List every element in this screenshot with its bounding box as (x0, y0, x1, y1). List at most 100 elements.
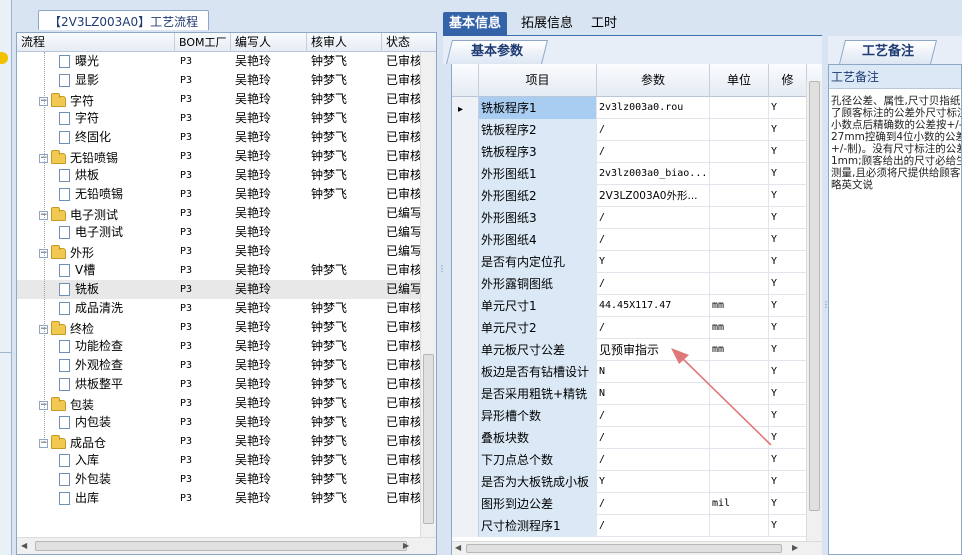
tree-node[interactable]: 烘板 (59, 166, 175, 185)
tree-row[interactable]: 电子测试 P3 吴艳玲 已编写 (17, 223, 421, 242)
tree-node[interactable]: 曝光 (59, 52, 175, 71)
reviewer-cell: 钟梦飞 (311, 491, 348, 505)
tree-node[interactable]: 烘板整平 (59, 375, 175, 394)
writer-cell: 吴艳玲 (235, 187, 272, 201)
tree-node[interactable]: − 无铅喷锡 (39, 147, 175, 166)
tree-row[interactable]: 烘板整平 P3 吴艳玲 钟梦飞 已审核 (17, 375, 421, 394)
document-icon (59, 340, 70, 353)
scroll-thumb[interactable] (35, 541, 407, 551)
scroll-right-icon[interactable]: ▶ (403, 541, 409, 550)
tree-node[interactable]: 显影 (59, 71, 175, 90)
bom-factory-cell: P3 (180, 265, 193, 276)
bom-factory-cell: P3 (180, 398, 193, 409)
bom-factory-cell: P3 (180, 322, 193, 333)
notes-tabbar: 工艺备注 (828, 36, 962, 64)
status-cell: 已编写 (386, 282, 421, 296)
tree-node-label: 电子测试 (70, 208, 119, 222)
writer-cell: 吴艳玲 (235, 206, 272, 220)
reviewer-cell: 钟梦飞 (311, 92, 348, 106)
tree-row[interactable]: 外观检查 P3 吴艳玲 钟梦飞 已审核 (17, 356, 421, 375)
tree-node[interactable]: 字符 (59, 109, 175, 128)
tree-node-label: 功能检查 (75, 339, 124, 353)
notes-header: 工艺备注 (829, 65, 961, 89)
tree-row[interactable]: 入库 P3 吴艳玲 钟梦飞 已审核 (17, 451, 421, 470)
tree-node[interactable]: 电子测试 (59, 223, 175, 242)
tree-row[interactable]: − 电子测试 P3 吴艳玲 已编写 (17, 204, 421, 223)
scroll-left-icon[interactable]: ◀ (21, 541, 27, 550)
tree-row[interactable]: 外包装 P3 吴艳玲 钟梦飞 已审核 (17, 470, 421, 489)
tree-node[interactable]: 终固化 (59, 128, 175, 147)
tab-process-notes[interactable]: 工艺备注 (839, 40, 937, 64)
writer-cell: 吴艳玲 (235, 282, 272, 296)
tree-row[interactable]: 烘板 P3 吴艳玲 钟梦飞 已审核 (17, 166, 421, 185)
tree-row[interactable]: 终固化 P3 吴艳玲 钟梦飞 已审核 (17, 128, 421, 147)
writer-cell: 吴艳玲 (235, 168, 272, 182)
annotation-arrow (671, 348, 772, 446)
tree-row[interactable]: 功能检查 P3 吴艳玲 钟梦飞 已审核 (17, 337, 421, 356)
bom-factory-cell: P3 (180, 56, 193, 67)
tree-row[interactable]: − 终检 P3 吴艳玲 钟梦飞 已审核 (17, 318, 421, 337)
writer-cell: 吴艳玲 (235, 377, 272, 391)
tree-node[interactable]: 入库 (59, 451, 175, 470)
writer-cell: 吴艳玲 (235, 54, 272, 68)
tree-node[interactable]: − 外形 (39, 242, 175, 261)
tree-row[interactable]: − 无铅喷锡 P3 吴艳玲 钟梦飞 已审核 (17, 147, 421, 166)
bom-factory-cell: P3 (180, 417, 193, 428)
tree-node[interactable]: 出库 (59, 489, 175, 508)
tree-node[interactable]: − 包装 (39, 394, 175, 413)
bom-factory-cell: P3 (180, 75, 193, 86)
column-header-status[interactable]: 状态 (382, 33, 436, 52)
scroll-thumb[interactable] (423, 354, 434, 524)
tree-node[interactable]: 功能检查 (59, 337, 175, 356)
column-header-writer[interactable]: 编写人 (231, 33, 307, 52)
tree-row[interactable]: 成品清洗 P3 吴艳玲 钟梦飞 已审核 (17, 299, 421, 318)
tree-row[interactable]: − 包装 P3 吴艳玲 钟梦飞 已审核 (17, 394, 421, 413)
notes-text[interactable]: 孔径公差、属性,尺寸贝指纸(除了顾客标注的公差外尺寸标注中小数点后精确数的公差按… (831, 95, 961, 191)
tree-row[interactable]: − 成品仓 P3 吴艳玲 钟梦飞 已审核 (17, 432, 421, 451)
writer-cell: 吴艳玲 (235, 434, 272, 448)
tree-row[interactable]: 内包装 P3 吴艳玲 钟梦飞 已审核 (17, 413, 421, 432)
tree-node[interactable]: − 字符 (39, 90, 175, 109)
tree-node[interactable]: 成品清洗 (59, 299, 175, 318)
status-cell: 已审核 (386, 453, 421, 467)
tree-node-label: 入库 (75, 453, 100, 467)
status-cell: 已审核 (386, 130, 421, 144)
tree-row[interactable]: 出库 P3 吴艳玲 钟梦飞 已审核 (17, 489, 421, 508)
bom-factory-cell: P3 (180, 303, 193, 314)
tree-row[interactable]: 铣板 P3 吴艳玲 已编写 (17, 280, 421, 299)
tree-node[interactable]: 内包装 (59, 413, 175, 432)
tree-row[interactable]: − 外形 P3 吴艳玲 已编写 (17, 242, 421, 261)
writer-cell: 吴艳玲 (235, 301, 272, 315)
status-cell: 已审核 (386, 472, 421, 486)
column-header-reviewer[interactable]: 核审人 (307, 33, 382, 52)
tree-horizontal-scrollbar[interactable]: ◀ ▶ (17, 537, 436, 554)
tree-node[interactable]: 外包装 (59, 470, 175, 489)
tree-row[interactable]: − 字符 P3 吴艳玲 钟梦飞 已审核 (17, 90, 421, 109)
column-header-bom[interactable]: BOM工厂 (175, 33, 231, 52)
column-header-flow[interactable]: 流程 (17, 33, 175, 52)
tree-node-label: 铣板 (75, 282, 100, 296)
tree-row[interactable]: 显影 P3 吴艳玲 钟梦飞 已审核 (17, 71, 421, 90)
folder-icon (51, 397, 66, 411)
process-tree[interactable]: 流程 BOM工厂 编写人 核审人 状态 曝光 P3 吴艳玲 钟梦飞 已审核 显影 P3 吴艳玲… (16, 32, 437, 555)
writer-cell: 吴艳玲 (235, 415, 272, 429)
tree-node[interactable]: − 成品仓 (39, 432, 175, 451)
status-cell: 已审核 (386, 377, 421, 391)
tree-node[interactable]: 外观检查 (59, 356, 175, 375)
tree-row[interactable]: V槽 P3 吴艳玲 钟梦飞 已审核 (17, 261, 421, 280)
tree-vertical-scrollbar[interactable] (420, 52, 436, 538)
tree-node[interactable]: 铣板 (59, 280, 175, 299)
tree-node[interactable]: − 终检 (39, 318, 175, 337)
tree-node[interactable]: − 电子测试 (39, 204, 175, 223)
tree-row[interactable]: 无铅喷锡 P3 吴艳玲 钟梦飞 已审核 (17, 185, 421, 204)
reviewer-cell: 钟梦飞 (311, 396, 348, 410)
tree-row[interactable]: 字符 P3 吴艳玲 钟梦飞 已审核 (17, 109, 421, 128)
tree-row[interactable]: 曝光 P3 吴艳玲 钟梦飞 已审核 (17, 52, 421, 71)
divider (0, 352, 11, 353)
status-cell: 已编写 (386, 206, 421, 220)
reviewer-cell (311, 242, 381, 261)
writer-cell: 吴艳玲 (235, 244, 272, 258)
tree-node[interactable]: V槽 (59, 261, 175, 280)
tree-node[interactable]: 无铅喷锡 (59, 185, 175, 204)
writer-cell: 吴艳玲 (235, 320, 272, 334)
